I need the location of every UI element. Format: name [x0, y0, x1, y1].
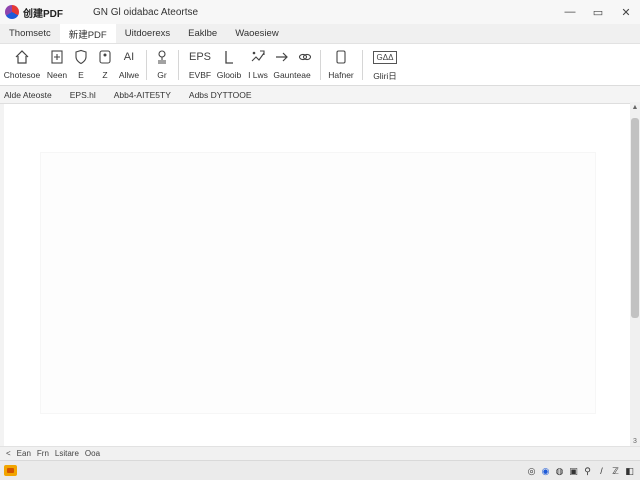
tab-new-pdf[interactable]: 新建PDF	[59, 24, 116, 43]
menu-bar: Thomsetc 新建PDF Uitdoerexs Eaklbe Waoesie…	[0, 24, 640, 44]
link-button[interactable]	[296, 48, 314, 70]
maximize-button[interactable]: ▭	[584, 0, 612, 24]
link-icon	[297, 48, 313, 66]
ai-button[interactable]: AI Allwe	[118, 48, 140, 80]
tab-home[interactable]: Thomsetc	[0, 24, 60, 43]
mic-icon[interactable]: ⚲	[581, 466, 594, 477]
sub-item-abb[interactable]: Abb4-AITE5TY	[114, 90, 171, 100]
home-icon	[14, 48, 30, 66]
tool-label: EVBF	[188, 70, 212, 80]
sub-item-adbs[interactable]: Adbs DYTTOOE	[189, 90, 252, 100]
scrollbar-thumb[interactable]	[631, 118, 639, 318]
tool-label: E	[78, 70, 84, 80]
add-page-icon	[50, 48, 64, 66]
app-name: 创建PDF	[23, 5, 63, 20]
image-icon[interactable]: ▣	[567, 466, 580, 477]
scroll-down-icon[interactable]: 3	[630, 436, 640, 446]
convert-button[interactable]: Gaunteae	[273, 48, 311, 80]
document-icon	[334, 48, 348, 66]
tab-label: Waoesiew	[235, 28, 279, 39]
tool-label: Allwe	[118, 70, 140, 80]
maximize-icon: ▭	[592, 6, 604, 19]
ocr-icon: GΔΔ	[372, 48, 398, 66]
arrow-right-icon	[274, 48, 290, 66]
new-page-button[interactable]: Neen	[44, 48, 70, 80]
sub-toolbar: Alde Ateoste EPS.hl Abb4-AITE5TY Adbs DY…	[0, 86, 640, 104]
chat-icon[interactable]: ◍	[553, 466, 566, 477]
tab-label: Thomsetc	[9, 28, 51, 39]
document-title: GN Gl oidabac Ateortse	[93, 6, 199, 18]
text-icon[interactable]: ℤ	[609, 466, 622, 477]
tab-edit[interactable]: Eaklbe	[179, 24, 226, 43]
tool-label: Gliri日	[373, 71, 397, 81]
eps-icon: EPS	[188, 51, 211, 63]
ribbon-divider	[178, 50, 179, 80]
window-controls: — ▭ ✕	[556, 0, 640, 24]
minimize-button[interactable]: —	[556, 0, 584, 24]
minimize-icon: —	[564, 6, 576, 18]
tool-label: Glooib	[216, 70, 242, 80]
system-tray: ◎ ◉ ◍ ▣ ⚲ / ℤ ◧	[524, 461, 636, 480]
status-item[interactable]: Ean	[17, 449, 31, 458]
app-logo	[5, 5, 19, 19]
tab-window[interactable]: Waoesiew	[226, 24, 287, 43]
sub-item-actions[interactable]: Alde Ateoste	[4, 90, 52, 100]
bracket-button[interactable]: Glooib	[215, 48, 243, 80]
tool-label: Hafner	[328, 70, 354, 80]
ocr-button[interactable]: GΔΔ Gliri日	[368, 48, 402, 82]
tool-label: I Lws	[248, 70, 268, 80]
ribbon-divider	[320, 50, 321, 80]
stamp-button[interactable]: Gr	[153, 48, 171, 80]
eps-button[interactable]: EPS EVBF	[186, 48, 214, 80]
status-item[interactable]: Ooa	[85, 449, 100, 458]
title-bar: 创建PDF GN Gl oidabac Ateortse — ▭ ✕	[0, 0, 640, 24]
document-button[interactable]: Hafner	[326, 48, 356, 80]
bracket-icon	[223, 48, 235, 66]
document-workspace[interactable]	[4, 104, 630, 446]
tab-view[interactable]: Uitdoerexs	[116, 24, 179, 43]
protect-button[interactable]: E	[72, 48, 90, 80]
edit-image-icon	[250, 48, 266, 66]
tab-label: 新建PDF	[68, 29, 107, 41]
document-canvas[interactable]	[40, 152, 596, 414]
scroll-up-icon[interactable]: ▲	[630, 102, 640, 112]
ribbon-divider	[362, 50, 363, 80]
close-icon: ✕	[621, 6, 631, 19]
tab-label: Eaklbe	[188, 28, 218, 39]
ocr-icon-text: GΔΔ	[372, 50, 398, 64]
status-item[interactable]: Lsitare	[55, 449, 79, 458]
speaker-icon[interactable]: ◧	[623, 466, 636, 477]
sub-item-eps[interactable]: EPS.hl	[70, 90, 96, 100]
shield-icon	[74, 48, 88, 66]
home-button[interactable]: Chotesoe	[3, 48, 41, 80]
vertical-scrollbar[interactable]: ▲ 3	[630, 102, 640, 446]
page-button[interactable]: Z	[96, 48, 114, 80]
stamp-icon	[155, 48, 169, 66]
app-cjk-prefix: 创建	[23, 8, 43, 20]
page-icon	[98, 48, 112, 66]
tab-label: Uitdoerexs	[124, 28, 171, 39]
status-bar: < Ean Frn Lsitare Ooa	[0, 446, 640, 460]
status-prev[interactable]: <	[6, 449, 11, 458]
ai-icon: AI	[123, 51, 135, 63]
ribbon-divider	[146, 50, 147, 80]
blue-circle-icon[interactable]: ◉	[539, 466, 552, 477]
tool-label: Z	[102, 70, 108, 80]
app-name-text: PDF	[43, 8, 63, 20]
tool-label: Neen	[46, 70, 68, 80]
tool-label: Gr	[157, 70, 167, 80]
scroll-corner-label: 3	[633, 437, 637, 445]
folder-icon[interactable]	[4, 465, 17, 476]
tool-label: Gaunteae	[273, 70, 311, 80]
taskbar: ◎ ◉ ◍ ▣ ⚲ / ℤ ◧	[0, 460, 640, 480]
ribbon-toolbar: Chotesoe Neen E Z AI Allwe Gr EPS EVBF G…	[0, 44, 640, 86]
edit-image-button[interactable]: I Lws	[246, 48, 270, 80]
close-button[interactable]: ✕	[612, 0, 640, 24]
network-icon[interactable]: ◎	[525, 466, 538, 477]
pen-icon[interactable]: /	[595, 466, 608, 476]
status-item[interactable]: Frn	[37, 449, 49, 458]
tool-label: Chotesoe	[3, 70, 41, 80]
